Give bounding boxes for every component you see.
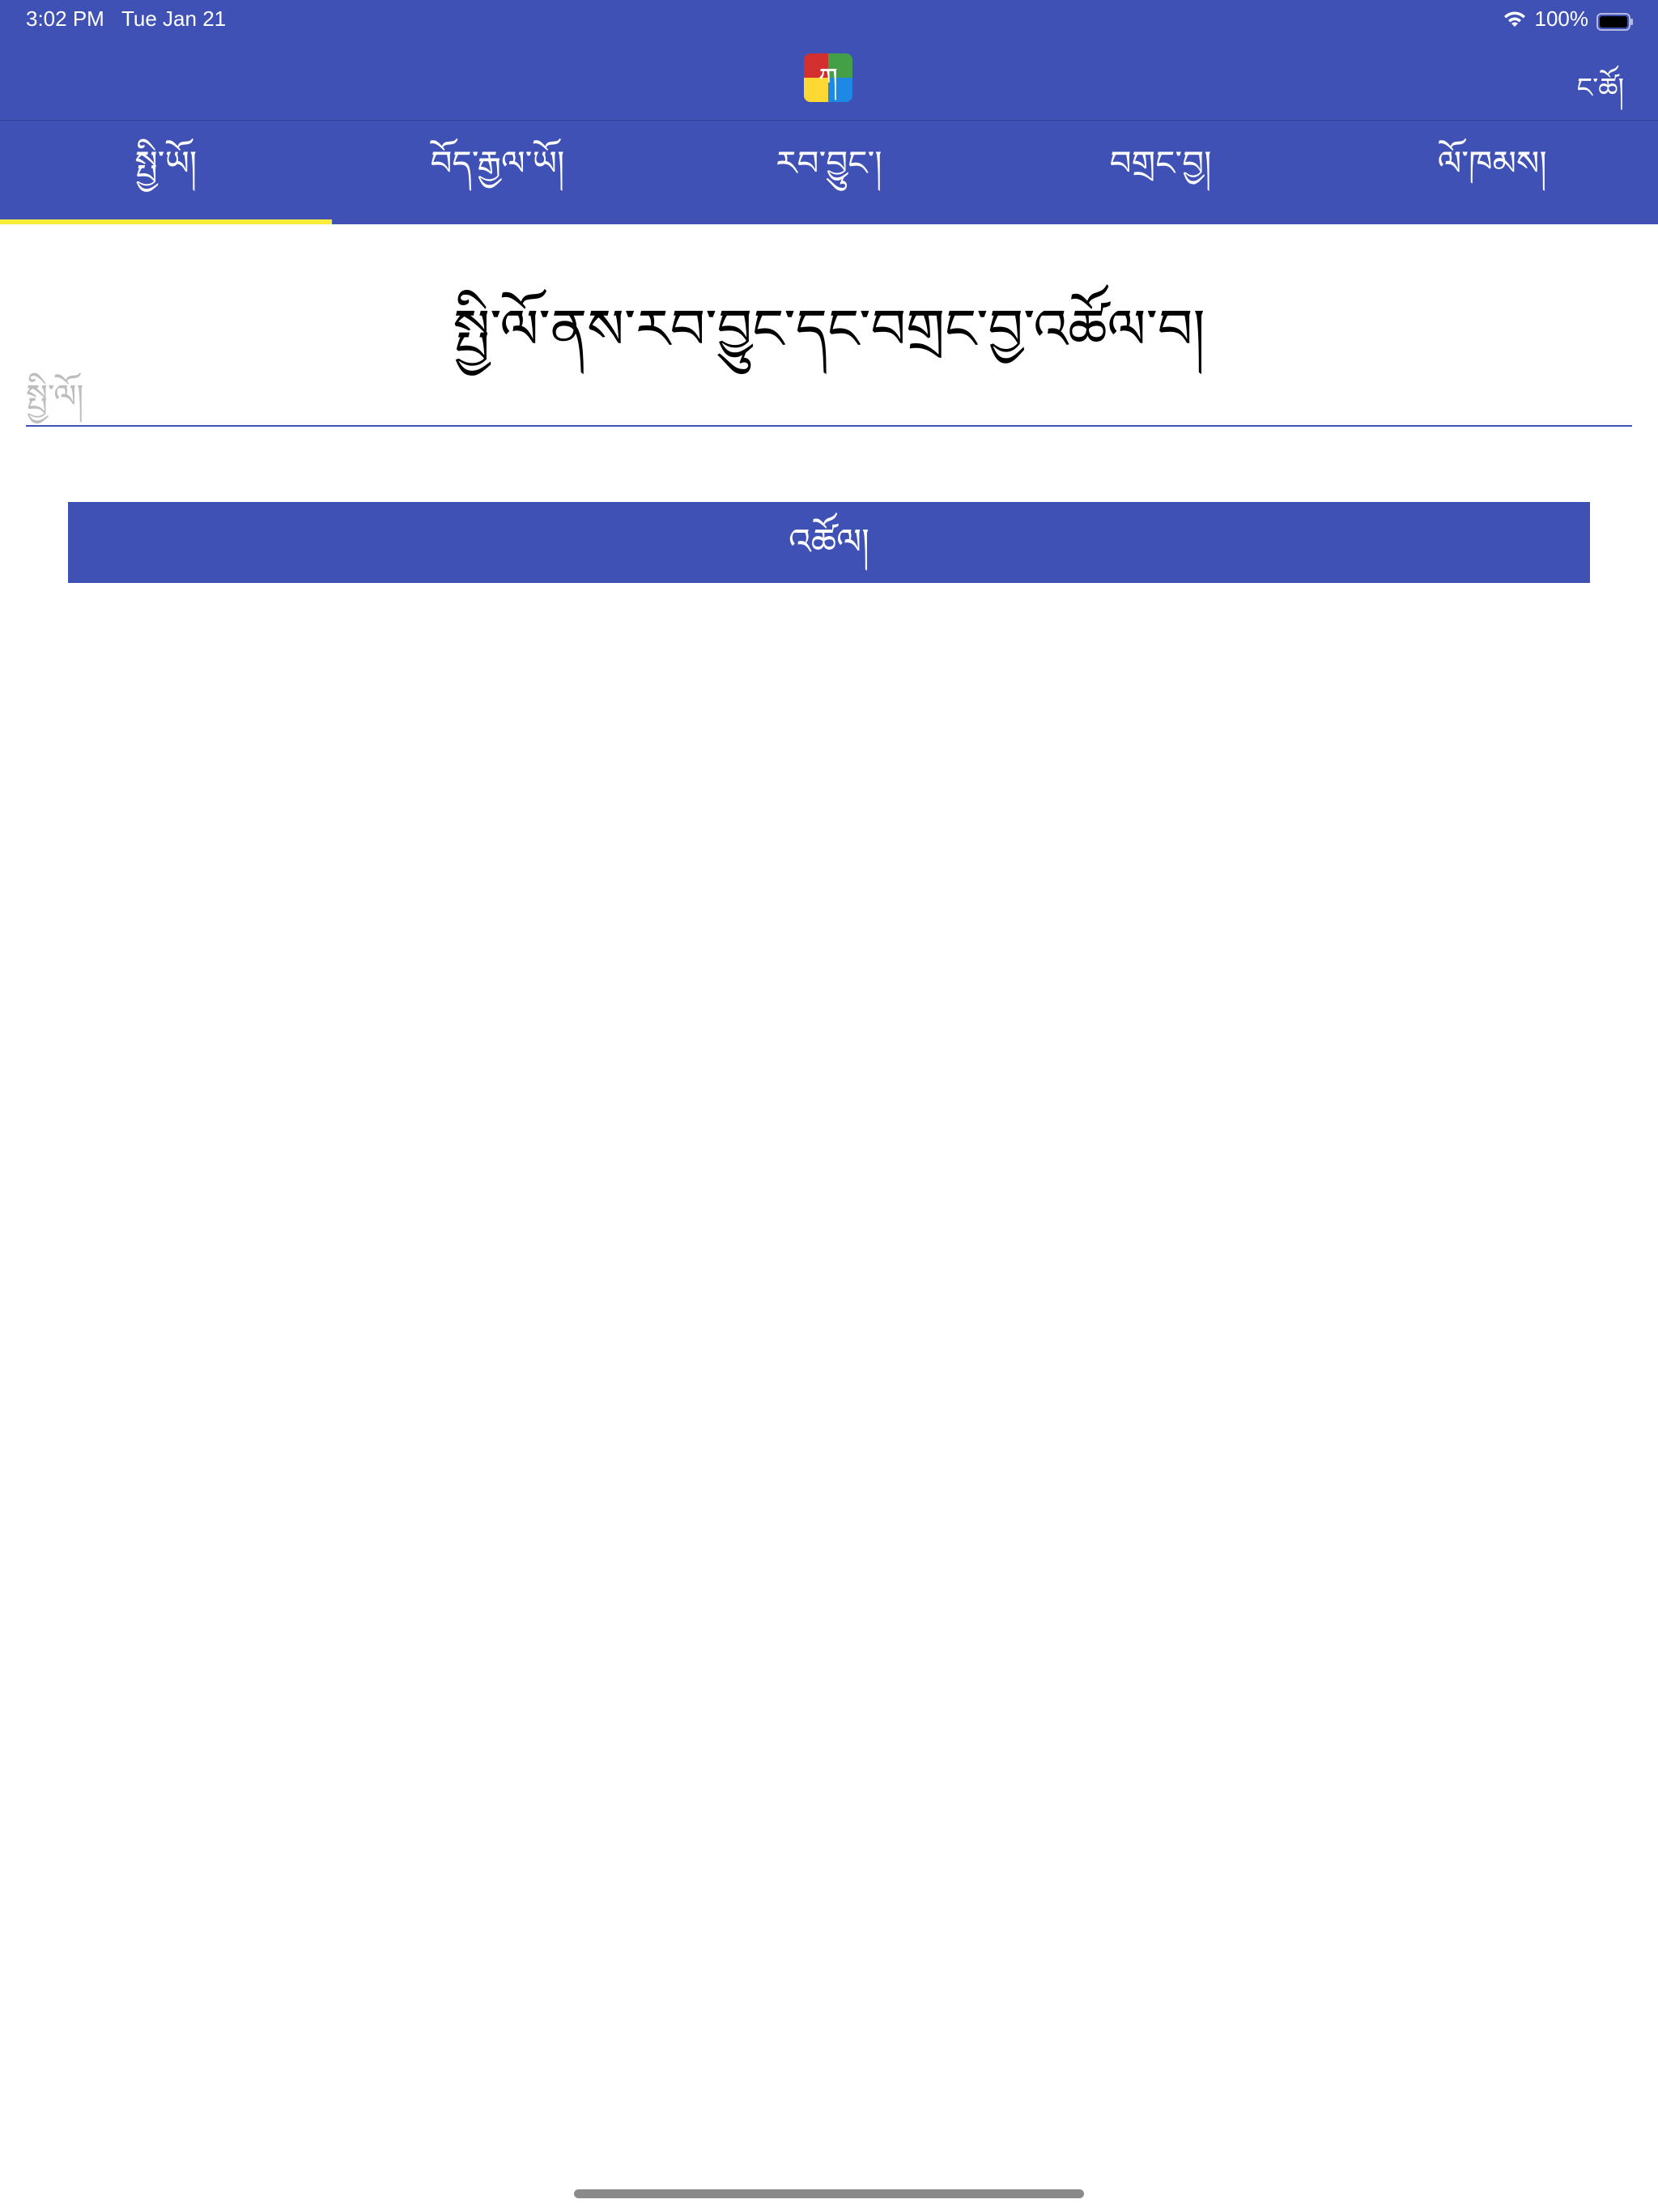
tab-label: སྤྱི་ཡོ། bbox=[134, 143, 198, 183]
status-bar: 3:02 PM Tue Jan 21 100% bbox=[0, 0, 1658, 39]
battery-percent: 100% bbox=[1534, 6, 1589, 31]
home-indicator[interactable] bbox=[574, 2189, 1084, 2198]
tab-counting[interactable]: བགྲང་བྱ། bbox=[995, 121, 1327, 224]
active-tab-indicator bbox=[0, 219, 332, 224]
navigation-bar: ཀ ང་ཚོ། bbox=[0, 39, 1658, 120]
wifi-icon bbox=[1503, 10, 1527, 29]
search-button[interactable]: འཚོལ། bbox=[68, 502, 1590, 583]
tab-label: རབ་བྱུང་། bbox=[776, 143, 882, 183]
app-logo: ཀ bbox=[804, 53, 852, 102]
year-input[interactable] bbox=[26, 368, 1632, 427]
status-date: Tue Jan 21 bbox=[121, 6, 227, 31]
tab-tibetan-royal-year[interactable]: བོད་རྒྱལ་ཡོ། bbox=[332, 121, 664, 224]
tab-gregorian-year[interactable]: སྤྱི་ཡོ། bbox=[0, 121, 332, 224]
status-indicators: 100% bbox=[1503, 6, 1633, 32]
battery-icon bbox=[1596, 11, 1633, 31]
app-screen: 3:02 PM Tue Jan 21 100% ཀ ང་ཚོ། སྤྱི་ཡོ།… bbox=[0, 0, 1658, 2212]
tab-label: བགྲང་བྱ། bbox=[1109, 143, 1212, 183]
tab-year-elements[interactable]: ལོ་ཁམས། bbox=[1326, 121, 1658, 224]
tab-label: བོད་རྒྱལ་ཡོ། bbox=[430, 143, 565, 183]
tab-label: ལོ་ཁམས། bbox=[1437, 143, 1547, 183]
top-bar: 3:02 PM Tue Jan 21 100% ཀ ང་ཚོ། bbox=[0, 0, 1658, 120]
year-field-container bbox=[26, 368, 1632, 427]
tab-rabjung[interactable]: རབ་བྱུང་། bbox=[663, 121, 995, 224]
status-time: 3:02 PM bbox=[26, 6, 104, 31]
tab-bar: སྤྱི་ཡོ། བོད་རྒྱལ་ཡོ། རབ་བྱུང་། བགྲང་བྱ།… bbox=[0, 121, 1658, 224]
